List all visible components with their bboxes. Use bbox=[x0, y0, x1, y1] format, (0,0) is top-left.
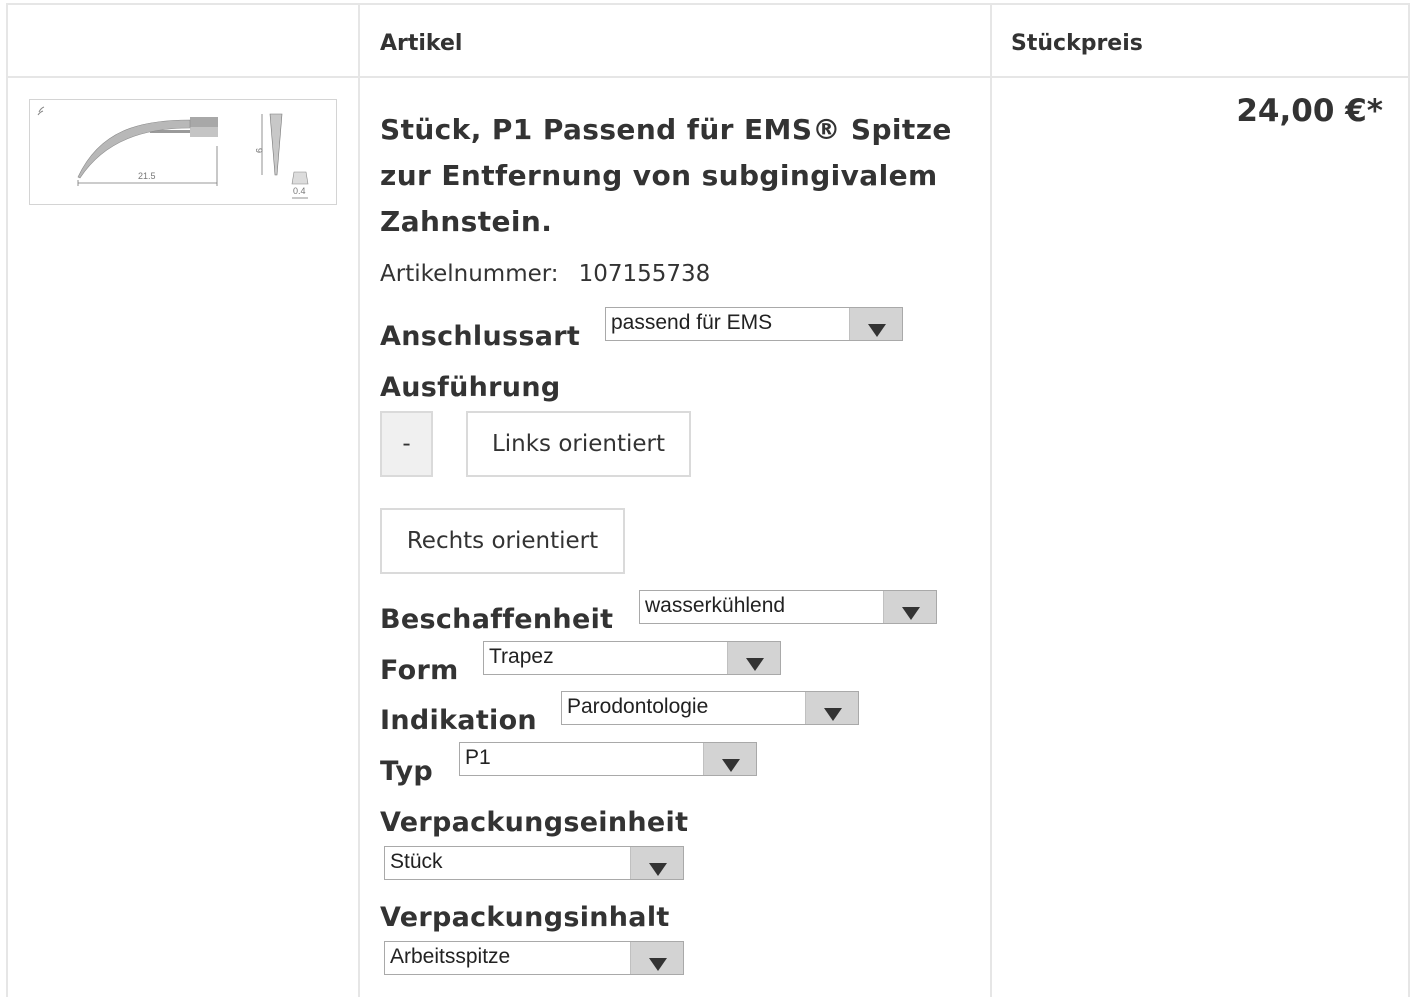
column-divider bbox=[990, 5, 992, 997]
form-select[interactable]: Trapez bbox=[483, 641, 781, 675]
indikation-value: Parodontologie bbox=[567, 695, 709, 718]
ausfuehrung-label: Ausführung bbox=[380, 372, 561, 403]
dropdown-arrow-icon bbox=[727, 642, 780, 674]
product-title-line: Stück, P1 Passend für EMS® Spitze bbox=[380, 113, 952, 146]
verpackungsinhalt-select[interactable]: Arbeitsspitze bbox=[384, 941, 684, 975]
dropdown-arrow-icon bbox=[883, 591, 936, 623]
verpackungsinhalt-value: Arbeitsspitze bbox=[390, 945, 511, 968]
product-table: Artikel Stückpreis 21.5 9 0.4 Stück, P1 … bbox=[6, 3, 1410, 997]
dimension-tip: 0.4 bbox=[293, 186, 306, 196]
header-unit-price: Stückpreis bbox=[1011, 31, 1143, 56]
product-title[interactable]: Stück, P1 Passend für EMS® Spitze zur En… bbox=[380, 107, 980, 245]
anschlussart-select[interactable]: passend für EMS bbox=[605, 307, 903, 341]
verpackungseinheit-select[interactable]: Stück bbox=[384, 846, 684, 880]
verpackungseinheit-value: Stück bbox=[390, 850, 443, 873]
dropdown-arrow-icon bbox=[703, 743, 756, 775]
header-divider bbox=[8, 76, 1408, 78]
beschaffenheit-value: wasserkühlend bbox=[645, 594, 786, 617]
beschaffenheit-label: Beschaffenheit bbox=[380, 604, 614, 635]
article-number: Artikelnummer: 107155738 bbox=[380, 261, 710, 287]
dimension-length: 21.5 bbox=[138, 171, 156, 181]
scaler-tip-drawing: 21.5 9 0.4 bbox=[37, 106, 309, 199]
ausfuehrung-links-button[interactable]: Links orientiert bbox=[466, 411, 691, 477]
ausfuehrung-rechts-button[interactable]: Rechts orientiert bbox=[380, 508, 625, 574]
product-title-line: zur Entfernung von subgingivalem bbox=[380, 159, 938, 192]
typ-value: P1 bbox=[465, 746, 491, 769]
anschlussart-value: passend für EMS bbox=[611, 311, 773, 334]
dimension-height: 9 bbox=[254, 148, 264, 153]
dropdown-arrow-icon bbox=[849, 308, 902, 340]
verpackungseinheit-label: Verpackungseinheit bbox=[380, 807, 689, 838]
verpackungsinhalt-label: Verpackungsinhalt bbox=[380, 902, 670, 933]
column-divider bbox=[358, 5, 360, 997]
article-number-value: 107155738 bbox=[578, 261, 711, 287]
dropdown-arrow-icon bbox=[630, 847, 683, 879]
form-label: Form bbox=[380, 655, 459, 686]
product-title-line: Zahnstein. bbox=[380, 205, 553, 238]
anschlussart-label: Anschlussart bbox=[380, 321, 581, 352]
beschaffenheit-select[interactable]: wasserkühlend bbox=[639, 590, 937, 624]
indikation-label: Indikation bbox=[380, 705, 537, 736]
dropdown-arrow-icon bbox=[630, 942, 683, 974]
article-number-label: Artikelnummer: bbox=[380, 261, 559, 287]
unit-price: 24,00 €* bbox=[1236, 93, 1383, 129]
indikation-select[interactable]: Parodontologie bbox=[561, 691, 859, 725]
typ-label: Typ bbox=[380, 756, 434, 787]
dropdown-arrow-icon bbox=[805, 692, 858, 724]
typ-select[interactable]: P1 bbox=[459, 742, 757, 776]
ausfuehrung-none-button[interactable]: - bbox=[380, 411, 433, 477]
form-value: Trapez bbox=[489, 645, 554, 668]
product-image[interactable]: 21.5 9 0.4 bbox=[29, 99, 337, 205]
header-article: Artikel bbox=[380, 31, 463, 56]
